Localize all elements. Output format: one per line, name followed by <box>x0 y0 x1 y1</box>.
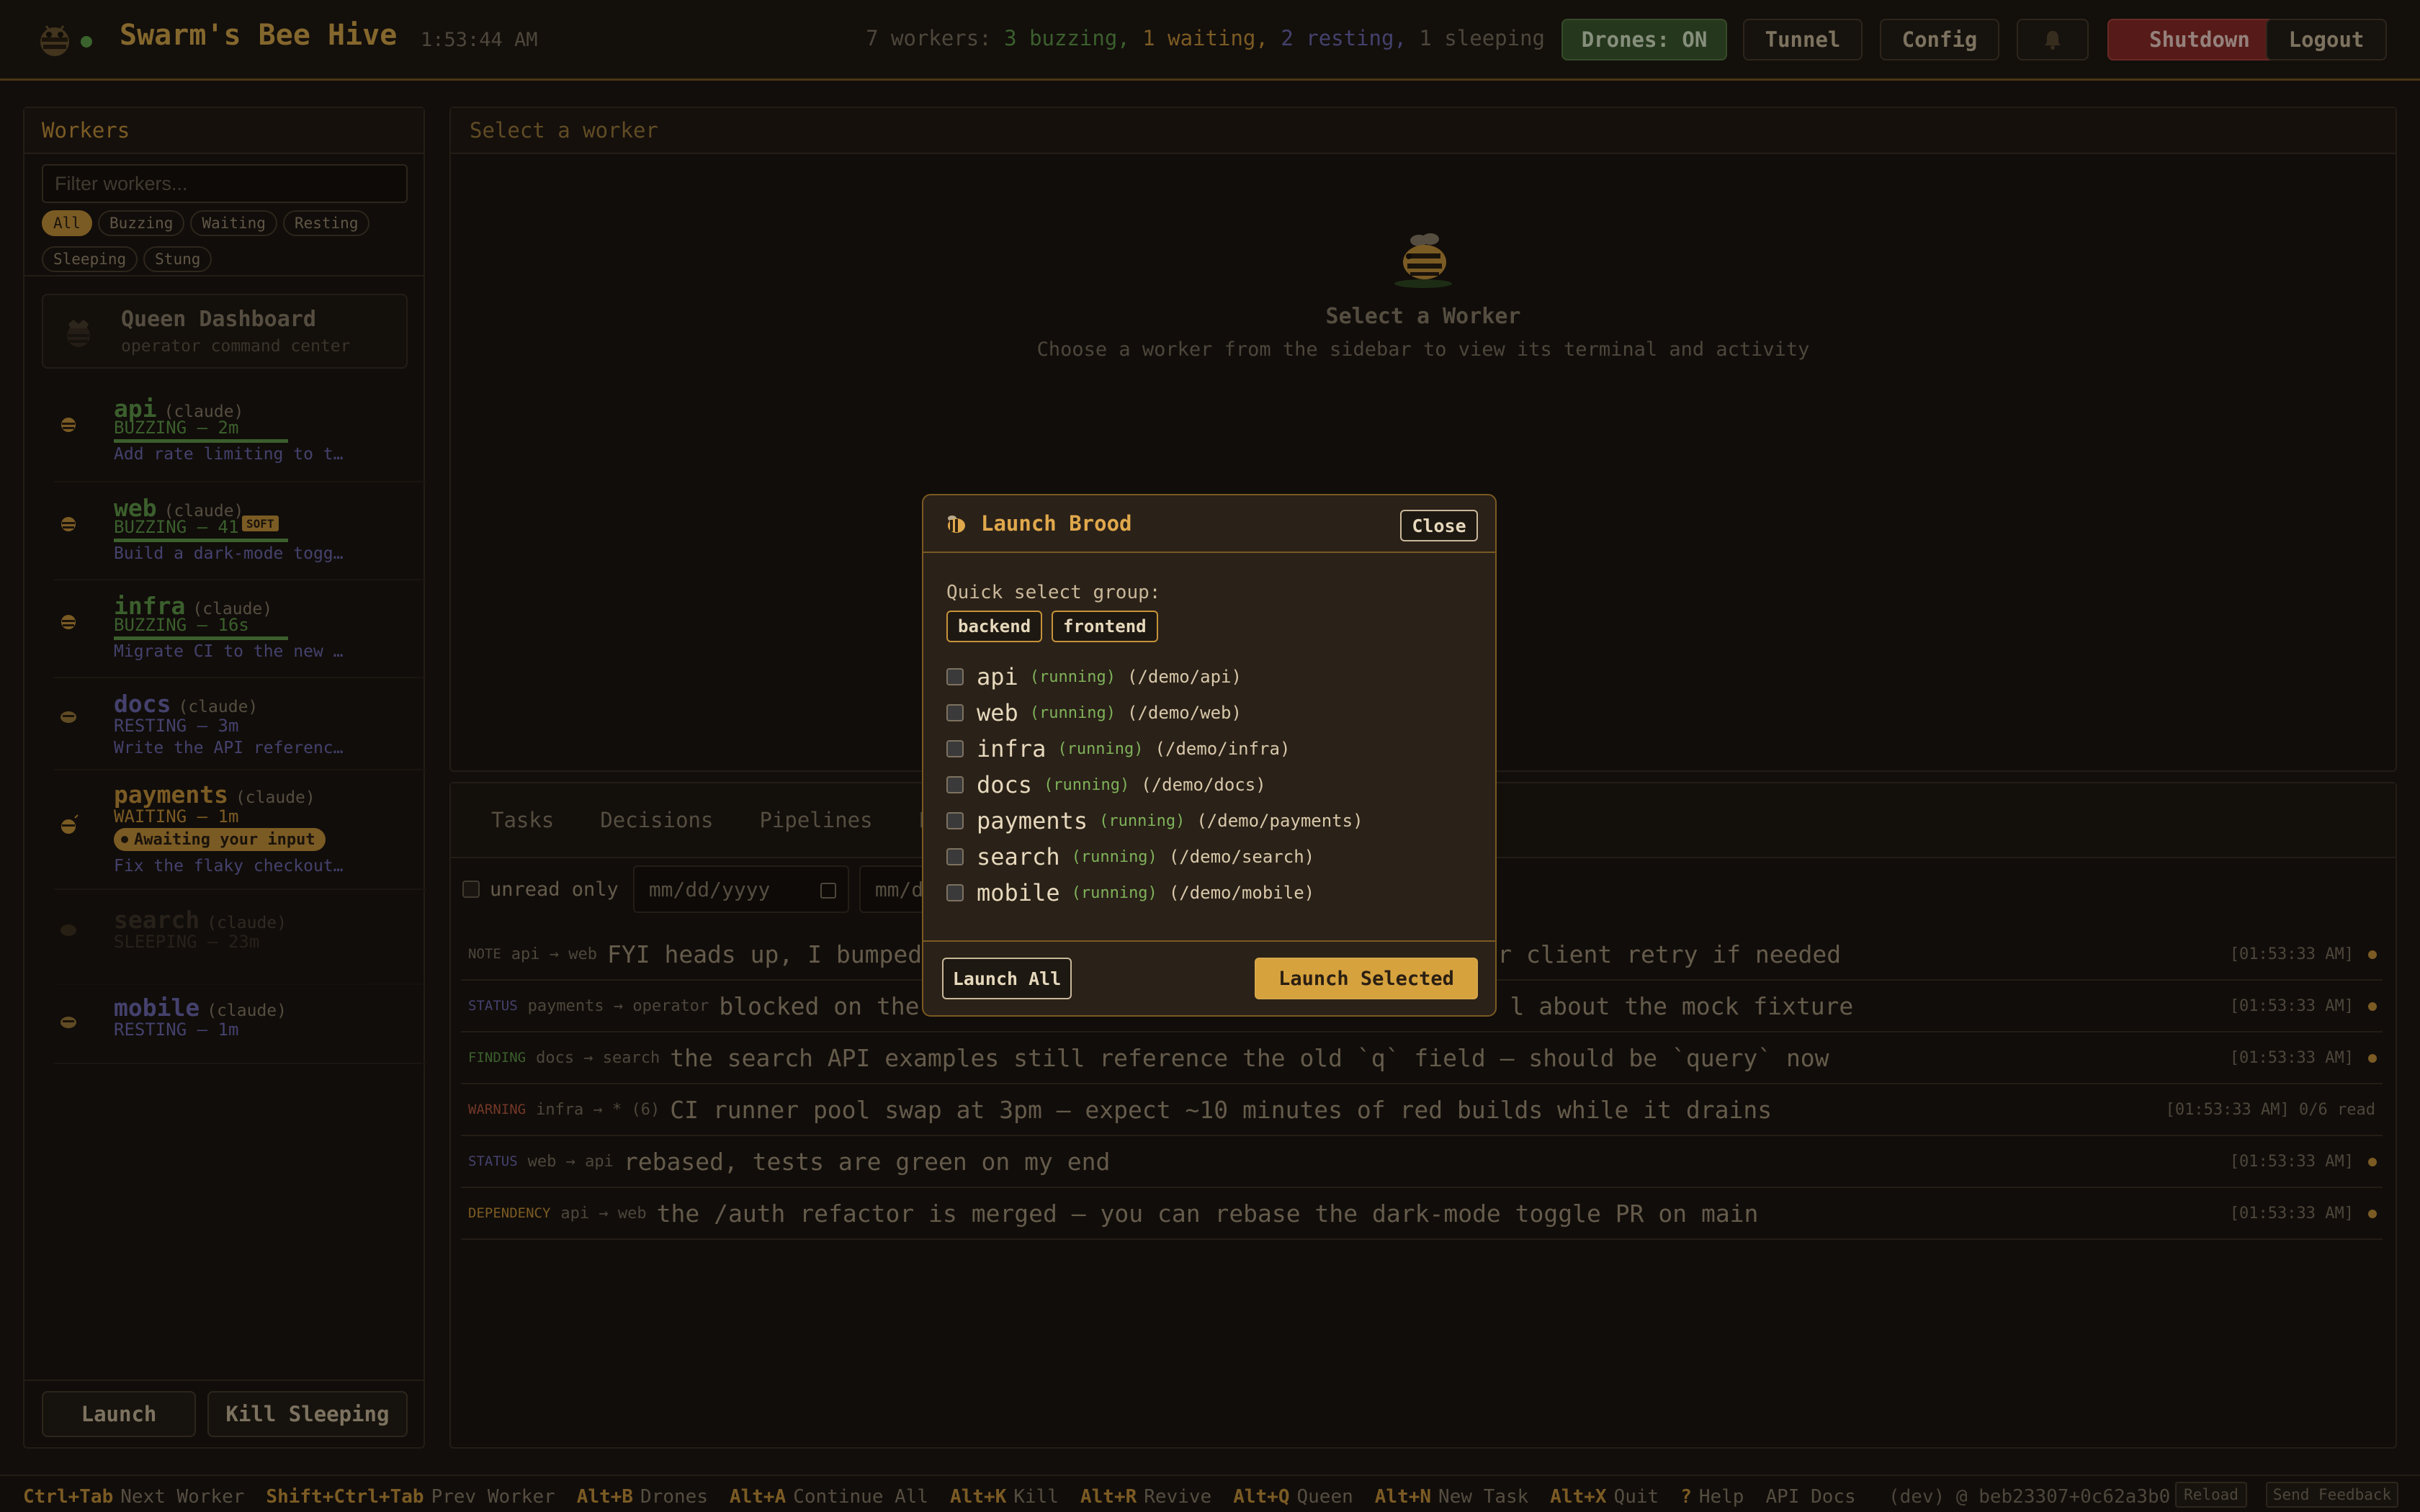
launch-item-status: (running) <box>1029 703 1116 722</box>
launch-item-status: (running) <box>1029 667 1116 686</box>
launch-item-name: api <box>977 663 1018 690</box>
launch-item-docs[interactable]: docs (running) (/demo/docs) <box>946 770 1266 799</box>
launch-item-path: (/demo/search) <box>1168 847 1315 867</box>
launch-item-status: (running) <box>1044 775 1130 794</box>
dialog-header: Launch Brood Close <box>923 495 1495 553</box>
launch-item-status: (running) <box>1071 883 1157 902</box>
launch-item-path: (/demo/mobile) <box>1168 883 1315 903</box>
launch-selected-button[interactable]: Launch Selected <box>1255 958 1478 999</box>
close-button[interactable]: Close <box>1400 510 1478 541</box>
launch-item-name: mobile <box>977 879 1060 906</box>
launch-item-name: infra <box>977 735 1047 762</box>
launch-checkbox[interactable] <box>946 848 964 865</box>
launch-item-path: (/demo/infra) <box>1155 739 1291 759</box>
launch-checkbox[interactable] <box>946 704 964 721</box>
dialog-title: Launch Brood <box>981 511 1132 536</box>
launch-item-status: (running) <box>1099 811 1186 830</box>
launch-item-api[interactable]: api (running) (/demo/api) <box>946 662 1242 691</box>
launch-item-infra[interactable]: infra (running) (/demo/infra) <box>946 734 1290 763</box>
launch-all-button[interactable]: Launch All <box>942 958 1072 999</box>
launch-item-status: (running) <box>1071 847 1157 866</box>
group-backend-button[interactable]: backend <box>946 611 1043 642</box>
group-frontend-button[interactable]: frontend <box>1052 611 1158 642</box>
launch-item-name: search <box>977 843 1060 870</box>
bee-icon <box>948 516 965 533</box>
launch-checkbox[interactable] <box>946 740 964 757</box>
quick-select-label: Quick select group: <box>946 582 1161 603</box>
launch-item-name: payments <box>977 807 1088 834</box>
launch-brood-dialog: Launch Brood Close Quick select group: b… <box>922 494 1497 1017</box>
launch-item-search[interactable]: search (running) (/demo/search) <box>946 842 1314 871</box>
launch-item-name: docs <box>977 771 1033 798</box>
launch-checkbox[interactable] <box>946 884 964 901</box>
launch-item-status: (running) <box>1057 739 1144 758</box>
launch-item-web[interactable]: web (running) (/demo/web) <box>946 698 1242 727</box>
launch-item-path: (/demo/web) <box>1127 703 1242 723</box>
launch-item-path: (/demo/docs) <box>1141 775 1266 795</box>
dialog-footer-divider <box>923 940 1495 942</box>
launch-item-payments[interactable]: payments (running) (/demo/payments) <box>946 806 1363 835</box>
launch-checkbox[interactable] <box>946 776 964 793</box>
launch-item-mobile[interactable]: mobile (running) (/demo/mobile) <box>946 878 1314 907</box>
launch-checkbox[interactable] <box>946 668 964 685</box>
launch-item-path: (/demo/api) <box>1127 667 1242 687</box>
launch-item-path: (/demo/payments) <box>1196 811 1363 831</box>
launch-checkbox[interactable] <box>946 812 964 829</box>
launch-item-name: web <box>977 699 1018 726</box>
